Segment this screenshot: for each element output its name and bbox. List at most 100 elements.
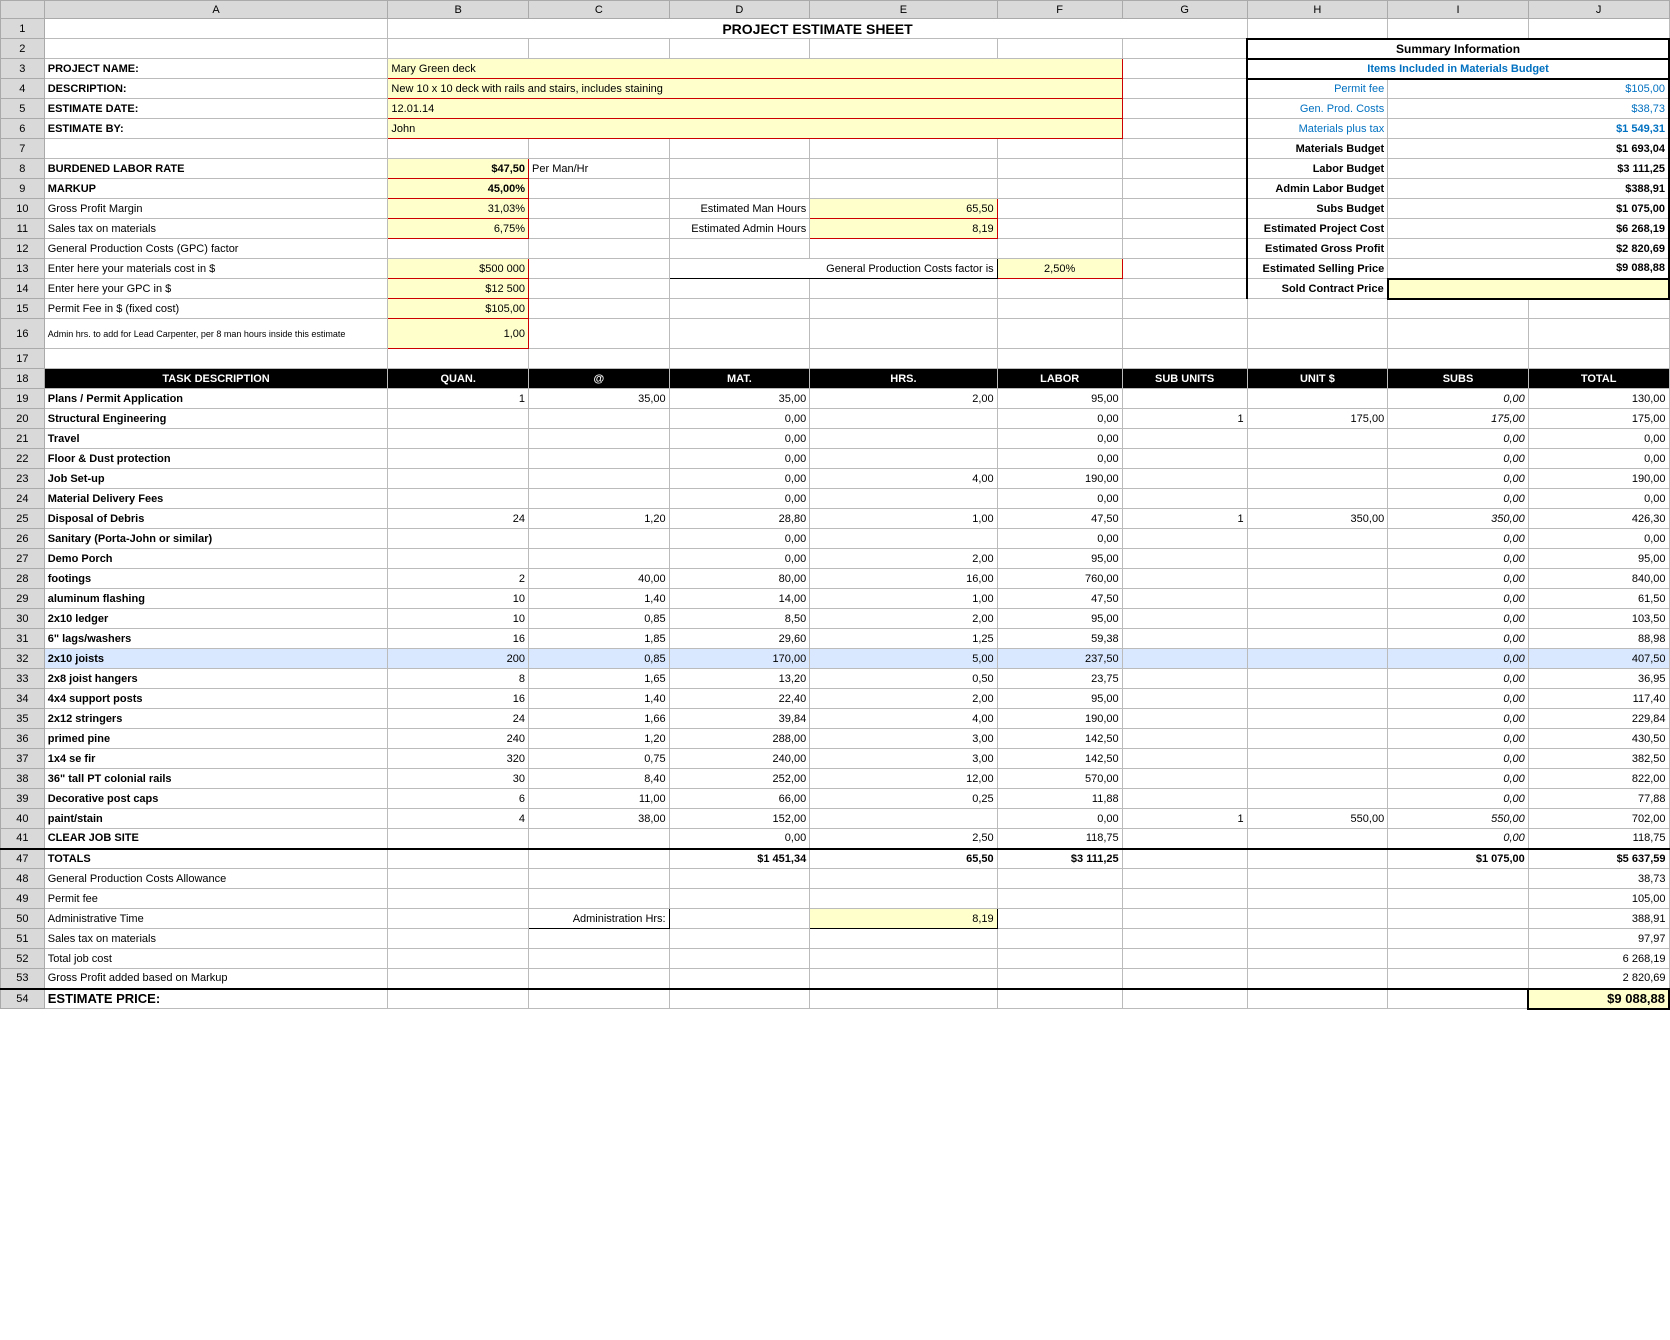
header-task: TASK DESCRIPTION [44, 369, 388, 389]
table-row: 28 footings 2 40,00 80,00 16,00 760,00 0… [1, 569, 1670, 589]
total-job-cost-label: Total job cost [44, 949, 388, 969]
totals-labor: $3 111,25 [997, 849, 1122, 869]
admin-hrs-value[interactable]: 1,00 [388, 319, 529, 349]
table-row: 23 Job Set-up 0,00 4,00 190,00 0,00 190,… [1, 469, 1670, 489]
row-4: 4 DESCRIPTION: New 10 x 10 deck with rai… [1, 79, 1670, 99]
totals-subs: $1 075,00 [1388, 849, 1529, 869]
row-18-headers: 18 TASK DESCRIPTION QUAN. @ MAT. HRS. LA… [1, 369, 1670, 389]
project-name-value[interactable]: Mary Green deck [388, 59, 1122, 79]
labor-rate-value[interactable]: $47,50 [388, 159, 529, 179]
labor-budget-label: Labor Budget [1247, 159, 1388, 179]
table-row: 34 4x4 support posts 16 1,40 22,40 2,00 … [1, 689, 1670, 709]
subs-budget-value: $1 075,00 [1388, 199, 1669, 219]
row-6: 6 ESTIMATE BY: John Materials plus tax $… [1, 119, 1670, 139]
sales-tax-value[interactable]: 6,75% [388, 219, 529, 239]
table-row: 36 primed pine 240 1,20 288,00 3,00 142,… [1, 729, 1670, 749]
total-job-cost-value: 6 268,19 [1528, 949, 1669, 969]
est-project-value: $6 268,19 [1388, 219, 1669, 239]
est-by-value[interactable]: John [388, 119, 1122, 139]
empty-1i [1388, 19, 1529, 39]
table-row: 29 aluminum flashing 10 1,40 14,00 1,00 … [1, 589, 1670, 609]
sales-tax-sub-label: Sales tax on materials [44, 929, 388, 949]
totals-total: $5 637,59 [1528, 849, 1669, 869]
table-row: 41 CLEAR JOB SITE 0,00 2,50 118,75 0,00 … [1, 829, 1670, 849]
row-10: 10 Gross Profit Margin 31,03% Estimated … [1, 199, 1670, 219]
markup-value[interactable]: 45,00% [388, 179, 529, 199]
gpc-label: General Production Costs (GPC) factor [44, 239, 388, 259]
col-d-header: D [669, 1, 810, 19]
mat-plus-tax-value: $1 549,31 [1388, 119, 1669, 139]
gen-prod-label: Gen. Prod. Costs [1247, 99, 1388, 119]
permit-sub-value: 105,00 [1528, 889, 1669, 909]
row-17: 17 [1, 349, 1670, 369]
table-row: 21 Travel 0,00 0,00 0,00 0,00 [1, 429, 1670, 449]
gpc-cost-label: Enter here your GPC in $ [44, 279, 388, 299]
markup-label: MARKUP [44, 179, 388, 199]
admin-time-label: Administrative Time [44, 909, 388, 929]
permit-value[interactable]: $105,00 [388, 299, 529, 319]
totals-mat: $1 451,34 [669, 849, 810, 869]
sales-tax-sub-value: 97,97 [1528, 929, 1669, 949]
row-48: 48 General Production Costs Allowance 38… [1, 869, 1670, 889]
gen-prod-value: $38,73 [1388, 99, 1669, 119]
sold-contract-label: Sold Contract Price [1247, 279, 1388, 299]
permit-fee-value: $105,00 [1388, 79, 1669, 99]
header-unit-s: UNIT $ [1247, 369, 1388, 389]
desc-value[interactable]: New 10 x 10 deck with rails and stairs, … [388, 79, 1122, 99]
est-admin-hours-value[interactable]: 8,19 [810, 219, 997, 239]
labor-budget-value: $3 111,25 [1388, 159, 1669, 179]
empty-1a [44, 19, 388, 39]
gross-profit-markup-value: 2 820,69 [1528, 969, 1669, 989]
permit-sub-label: Permit fee [44, 889, 388, 909]
est-by-label: ESTIMATE BY: [44, 119, 388, 139]
empty-1j [1528, 19, 1669, 39]
table-row: 35 2x12 stringers 24 1,66 39,84 4,00 190… [1, 709, 1670, 729]
project-name-label: PROJECT NAME: [44, 59, 388, 79]
spreadsheet: A B C D E F G H I J 1 PROJECT ESTIMATE S… [0, 0, 1670, 1010]
gross-profit-markup-label: Gross Profit added based on Markup [44, 969, 388, 989]
table-row: 40 paint/stain 4 38,00 152,00 0,00 1 550… [1, 809, 1670, 829]
col-h-header: H [1247, 1, 1388, 19]
col-f-header: F [997, 1, 1122, 19]
mat-cost-label: Enter here your materials cost in $ [44, 259, 388, 279]
row-54-estimate: 54 ESTIMATE PRICE: $9 088,88 [1, 989, 1670, 1009]
table-row: 26 Sanitary (Porta-John or similar) 0,00… [1, 529, 1670, 549]
gpc-factor-value[interactable]: 2,50% [997, 259, 1122, 279]
estimate-price-label: ESTIMATE PRICE: [44, 989, 388, 1009]
col-b-header: B [388, 1, 529, 19]
mat-budget-label: Materials Budget [1247, 139, 1388, 159]
row-2: 2 Summary Information [1, 39, 1670, 59]
table-row: 27 Demo Porch 0,00 2,00 95,00 0,00 95,00 [1, 549, 1670, 569]
sold-contract-value[interactable] [1388, 279, 1669, 299]
labor-rate-unit: Per Man/Hr [529, 159, 670, 179]
col-i-header: I [1388, 1, 1529, 19]
table-row: 20 Structural Engineering 0,00 0,00 1 17… [1, 409, 1670, 429]
est-man-hours-value[interactable]: 65,50 [810, 199, 997, 219]
mat-budget-value: $1 693,04 [1388, 139, 1669, 159]
table-row: 25 Disposal of Debris 24 1,20 28,80 1,00… [1, 509, 1670, 529]
empty-1h [1247, 19, 1388, 39]
admin-time-value: 388,91 [1528, 909, 1669, 929]
mat-cost-value[interactable]: $500 000 [388, 259, 529, 279]
gpc-allowance-label: General Production Costs Allowance [44, 869, 388, 889]
row-12: 12 General Production Costs (GPC) factor… [1, 239, 1670, 259]
col-a-header: A [44, 1, 388, 19]
row-51: 51 Sales tax on materials 97,97 [1, 929, 1670, 949]
row-5: 5 ESTIMATE DATE: 12.01.14 Gen. Prod. Cos… [1, 99, 1670, 119]
est-date-label: ESTIMATE DATE: [44, 99, 388, 119]
est-man-hours-label: Estimated Man Hours [669, 199, 810, 219]
row-50: 50 Administrative Time Administration Hr… [1, 909, 1670, 929]
gpc-cost-value[interactable]: $12 500 [388, 279, 529, 299]
row-num-header [1, 1, 45, 19]
est-date-value[interactable]: 12.01.14 [388, 99, 1122, 119]
summary-items-label: Items Included in Materials Budget [1247, 59, 1669, 79]
admin-hrs-sub-label: Administration Hrs: [529, 909, 670, 929]
header-labor: LABOR [997, 369, 1122, 389]
permit-fee-label: Permit fee [1247, 79, 1388, 99]
table-row: 38 36" tall PT colonial rails 30 8,40 25… [1, 769, 1670, 789]
admin-hrs-sub-value[interactable]: 8,19 [810, 909, 997, 929]
gross-margin-value[interactable]: 31,03% [388, 199, 529, 219]
gpc-factor-label: General Production Costs factor is [669, 259, 997, 279]
est-selling-label: Estimated Selling Price [1247, 259, 1388, 279]
row-9: 9 MARKUP 45,00% Admin Labor Budget $388,… [1, 179, 1670, 199]
